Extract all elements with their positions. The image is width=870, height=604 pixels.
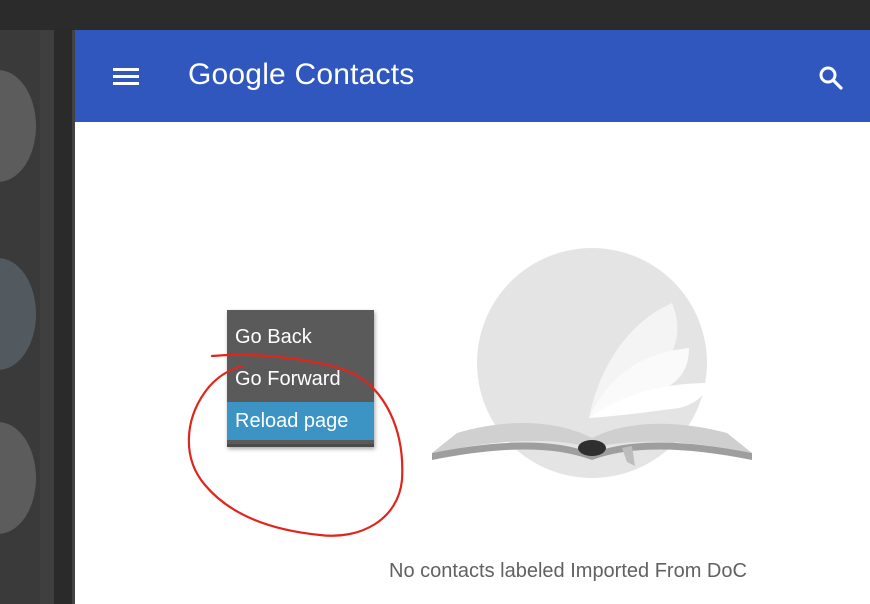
contacts-page: Google Contacts No contacts labeled Impo…	[72, 30, 870, 604]
app-title-product: Contacts	[294, 58, 415, 91]
search-icon[interactable]	[817, 64, 845, 92]
hamburger-menu-icon[interactable]	[113, 68, 139, 86]
menu-item-go-back[interactable]: Go Back	[227, 318, 374, 356]
left-gap	[54, 30, 72, 604]
menu-item-reload-page[interactable]: Reload page	[227, 402, 374, 440]
context-menu: Go Back Go Forward Reload page	[227, 310, 374, 447]
app-title: Google Contacts	[188, 58, 415, 92]
left-background-panel	[0, 30, 40, 604]
open-book-illustration	[427, 248, 757, 488]
app-bar: Google Contacts	[75, 30, 870, 122]
background-shape	[0, 258, 36, 370]
menu-item-go-forward[interactable]: Go Forward	[227, 360, 374, 398]
screen: Google Contacts No contacts labeled Impo…	[0, 0, 870, 604]
background-shape	[0, 422, 36, 534]
app-title-brand: Google	[188, 58, 286, 91]
empty-state-message: No contacts labeled Imported From DoC	[389, 560, 747, 582]
background-shape	[0, 70, 36, 182]
left-divider-strip	[40, 30, 54, 604]
